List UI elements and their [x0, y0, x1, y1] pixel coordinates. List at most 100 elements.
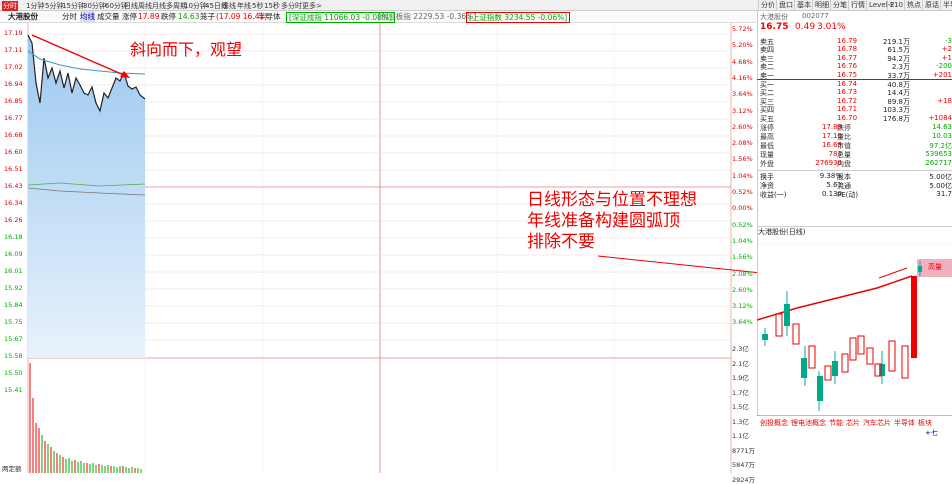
daily-candle	[866, 347, 874, 365]
price-tick: 17.11	[4, 46, 23, 54]
tab-6[interactable]: 日线	[124, 1, 138, 11]
price-tick: 15.50	[4, 369, 23, 377]
volume-tick: 1.5亿	[732, 403, 749, 411]
avg-line-toggle[interactable]: 均线	[80, 11, 95, 23]
price-tick: 16.60	[4, 148, 23, 156]
right-tab-8[interactable]: 热点	[904, 0, 923, 11]
index-sh[interactable]: [上证指数 3234.55 -0.06%]	[466, 12, 571, 23]
pct-tick: 1.56%	[732, 253, 753, 262]
right-tab-10[interactable]: 半导体	[940, 0, 952, 11]
tab-4[interactable]: 30分钟	[83, 1, 106, 11]
daily-candle	[879, 364, 885, 376]
price-tick: 17.02	[4, 63, 23, 71]
right-tab-2[interactable]: 基本	[794, 0, 813, 11]
sector-tag[interactable]: 锂电池概念	[791, 419, 826, 427]
sector-tag[interactable]: 半导体	[894, 419, 915, 427]
quote-pct: 3.01%	[817, 22, 846, 32]
level-price: 16.78	[837, 45, 858, 54]
stat-row: 外盘 276936 内盘 262717	[757, 159, 952, 168]
price-tick: 16.85	[4, 97, 23, 105]
stat2-row: 收益(一) 0.130 PE(动) 31.7	[757, 190, 952, 199]
pct-tick: 3.64%	[732, 90, 753, 99]
tab-2[interactable]: 5分钟	[45, 1, 63, 11]
daily-candle	[801, 358, 807, 378]
daily-candle	[857, 335, 865, 355]
tab-17[interactable]: 更多>	[302, 1, 322, 11]
note-daily-line1: 日线形态与位置不理想	[527, 190, 697, 210]
info-bar: 大港股份 分时 均线 成交量 涨停 17.89 跌停 14.63 笼子 (17.…	[0, 11, 760, 23]
sector-label[interactable]: 半导体	[258, 11, 281, 23]
sector-tag[interactable]: 节能	[829, 419, 843, 427]
pct-tick: 0.52%	[732, 188, 753, 196]
volume-tick: 1.7亿	[732, 388, 749, 397]
volume-tick: 1.9亿	[732, 374, 749, 382]
level-price: 16.79	[837, 37, 858, 45]
price-tick: 15.41	[4, 386, 23, 394]
price-tick: 16.34	[4, 199, 23, 207]
level-price: 16.74	[837, 80, 858, 88]
tab-0[interactable]: 分时	[2, 1, 18, 11]
daily-candle	[832, 361, 838, 376]
price-tick: 16.68	[4, 131, 23, 139]
volume-toggle[interactable]: 成交量	[97, 11, 120, 23]
bid-row[interactable]: 买五 16.70 176.8万 +1084	[757, 114, 952, 123]
right-tab-5[interactable]: 行情	[848, 0, 867, 11]
quote-code: 002077	[802, 12, 829, 20]
daily-candle	[849, 337, 857, 361]
right-tab-7[interactable]: F10	[887, 0, 905, 11]
price-tick: 16.09	[4, 250, 23, 258]
daily-candle	[784, 304, 790, 326]
pct-tick: 3.64%	[732, 318, 753, 327]
daily-sector-tags: 创投概念 锂电池概念 节能 芯片 汽车芯片 半导体 板块	[760, 418, 952, 428]
level-delta: +1	[941, 53, 952, 62]
pct-tick: 5.20%	[732, 41, 753, 50]
tab-1[interactable]: 1分钟	[26, 1, 44, 11]
right-tab-0[interactable]: 分价	[758, 0, 777, 11]
tab-14[interactable]: 5秒	[252, 1, 263, 11]
daily-candle	[901, 345, 909, 379]
level-delta: +1084	[928, 113, 952, 122]
tab-12[interactable]: 季线	[222, 1, 236, 11]
stat-cell: 539653	[925, 150, 952, 158]
right-tab-9[interactable]: 原话	[922, 0, 941, 11]
tab-15[interactable]: 15秒	[264, 1, 280, 11]
level-delta: +2	[941, 45, 952, 54]
volume-tick: 1.1亿	[732, 432, 749, 440]
tab-7[interactable]: 周线	[138, 1, 152, 11]
daily-kline-chart[interactable]	[757, 236, 952, 475]
daily-bottom-mark: +七	[925, 429, 938, 437]
daily-candle	[762, 334, 768, 340]
stat-cell: 262717	[925, 159, 952, 167]
stat-cell: 内盘	[837, 160, 851, 168]
sector-tag[interactable]: 汽车芯片	[863, 419, 891, 427]
price-tick: 15.75	[4, 318, 23, 326]
daily-highvol-badge: 高量	[928, 263, 942, 271]
pct-tick: 3.12%	[732, 106, 753, 115]
daily-candle	[888, 340, 896, 372]
price-tick: 17.19	[4, 29, 23, 37]
tab-10[interactable]: 10分钟	[184, 1, 207, 11]
right-tab-4[interactable]: 分笔	[830, 0, 849, 11]
quote-price: 16.75	[760, 22, 789, 32]
tab-8[interactable]: 月线	[152, 1, 166, 11]
pct-tick: 5.72%	[732, 25, 753, 33]
stock-name: 大港股份	[8, 12, 38, 21]
level-price: 16.70	[837, 113, 858, 122]
quote-header: 大港股份 002077	[757, 12, 952, 22]
stat-row: 最低 16.65 市值 97.2亿	[757, 141, 952, 150]
top-toolbar: 分时 1分钟 5分钟 15分钟 30分钟 60分钟 日线 周线 月线 多周期 10分钟 45日线 季线年…	[0, 0, 952, 11]
sector-tag[interactable]: 芯片	[846, 419, 860, 427]
right-tab-1[interactable]: 盘口	[776, 0, 795, 11]
mode-label[interactable]: 分时	[62, 11, 77, 23]
index-cyb[interactable]: [创业板指 2229.53 -0.36%]	[378, 11, 476, 23]
tab-13[interactable]: 年线	[237, 1, 251, 11]
sector-tag[interactable]: 板块	[918, 419, 932, 427]
right-tab-3[interactable]: 明细	[812, 0, 831, 11]
price-tick: 16.01	[4, 267, 23, 275]
sector-tag[interactable]: 创投概念	[760, 419, 788, 427]
tab-3[interactable]: 15分钟	[62, 1, 85, 11]
daily-candle	[824, 365, 832, 381]
tab-16[interactable]: 多分时	[281, 1, 302, 11]
stat-row: 涨停 17.89 跌停 14.63	[757, 123, 952, 132]
stat-cell: 外盘	[760, 160, 774, 168]
